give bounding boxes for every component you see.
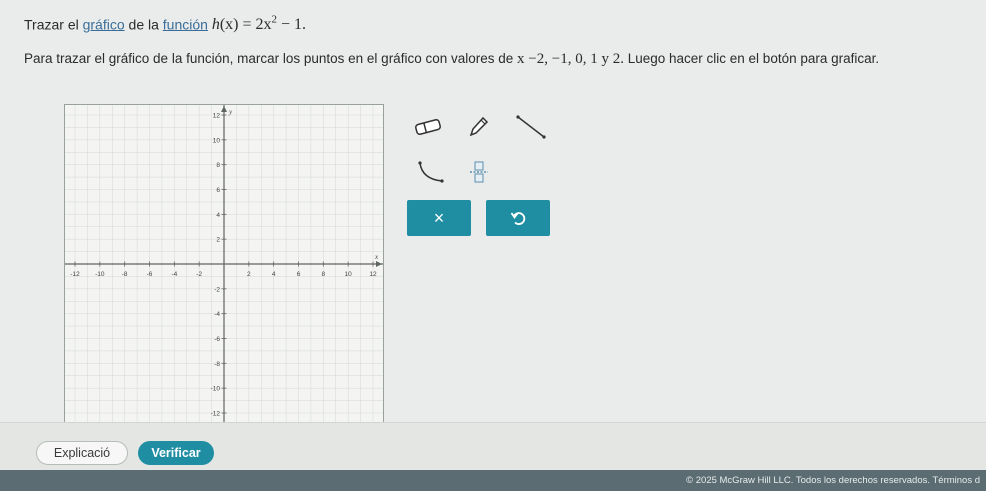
explanation-label: Explicació [53, 446, 111, 460]
y-tick-label: -12 [211, 411, 221, 418]
close-icon: × [433, 207, 445, 228]
line-tool-icon [516, 115, 546, 139]
funcion-link[interactable]: función [163, 16, 208, 32]
graph-area[interactable]: -12 -10 -8 -6 -4 -2 2 4 6 8 10 12 12 10 8 6 4 2 -2 -4 -6 -8 -1… [64, 104, 384, 424]
x-tick-label: 8 [322, 271, 326, 278]
func-tail: − 1. [277, 16, 307, 34]
y-tick-label: -6 [214, 336, 220, 343]
y-tick-label: -2 [214, 286, 220, 293]
y-tick-label: -8 [214, 361, 220, 368]
y-tick-label: 6 [216, 187, 220, 194]
x-tick-label: -8 [122, 271, 128, 278]
clear-button[interactable]: × [407, 200, 471, 236]
x-tick-label: -6 [147, 271, 153, 278]
eraser-icon [415, 119, 441, 135]
question-line-1: Trazar el gráfico de la función h(x) = 2… [24, 14, 306, 34]
func-name: h [211, 16, 220, 34]
y-tick-label: 12 [213, 113, 221, 120]
x-values: x −2, −1, 0, 1 y 2. [517, 51, 624, 67]
x-tick-label: -12 [70, 271, 80, 278]
line-tool[interactable] [512, 112, 550, 142]
func-arg: (x) [219, 16, 239, 34]
question-line-2: Para trazar el gráfico de la función, ma… [24, 51, 879, 68]
pencil-tool[interactable] [464, 112, 492, 142]
x-tick-label: 4 [272, 271, 276, 278]
question-prefix: Trazar el [24, 16, 79, 33]
x-tick-label: 12 [369, 271, 377, 278]
func-eq: = 2x [238, 16, 272, 34]
graph-canvas[interactable]: -12 -10 -8 -6 -4 -2 2 4 6 8 10 12 12 10 8 6 4 2 -2 -4 -6 -8 -1… [65, 105, 383, 423]
y-tick-label: -4 [214, 311, 220, 318]
y-tick-label: -10 [211, 386, 221, 393]
x-tick-label: -4 [171, 271, 177, 278]
explanation-button[interactable]: Explicació [36, 441, 128, 465]
y-tick-label: 2 [216, 237, 220, 244]
copyright-text: © 2025 McGraw Hill LLC. Todos los derech… [686, 475, 980, 486]
question-mid: de la [128, 16, 159, 33]
instruction-suffix: Luego hacer clic en el botón para grafic… [627, 51, 880, 66]
pencil-icon [469, 116, 489, 137]
footer: © 2025 McGraw Hill LLC. Todos los derech… [0, 470, 986, 491]
function-expression: h(x) = 2x2 − 1. [211, 14, 307, 34]
curve-tool[interactable] [414, 158, 448, 186]
instruction-prefix: Para trazar el gráfico de la función, ma… [24, 51, 514, 66]
fraction-icon [470, 161, 488, 183]
y-tick-label: 10 [213, 137, 221, 144]
y-tick-label: 4 [216, 212, 220, 219]
eraser-tool[interactable] [410, 114, 446, 140]
verify-label: Verificar [151, 446, 201, 460]
x-tick-label: 10 [345, 271, 353, 278]
undo-button[interactable] [486, 200, 550, 236]
curve-tool-icon [418, 161, 444, 183]
x-tick-label: -10 [95, 271, 105, 278]
x-tick-label: -2 [196, 271, 202, 278]
undo-icon [510, 212, 526, 225]
verify-button[interactable]: Verificar [138, 441, 214, 465]
grafico-link[interactable]: gráfico [83, 16, 125, 32]
y-tick-label: 8 [216, 162, 220, 169]
x-tick-label: 6 [297, 271, 301, 278]
fraction-tool[interactable] [465, 158, 493, 186]
x-tick-label: 2 [247, 271, 251, 278]
